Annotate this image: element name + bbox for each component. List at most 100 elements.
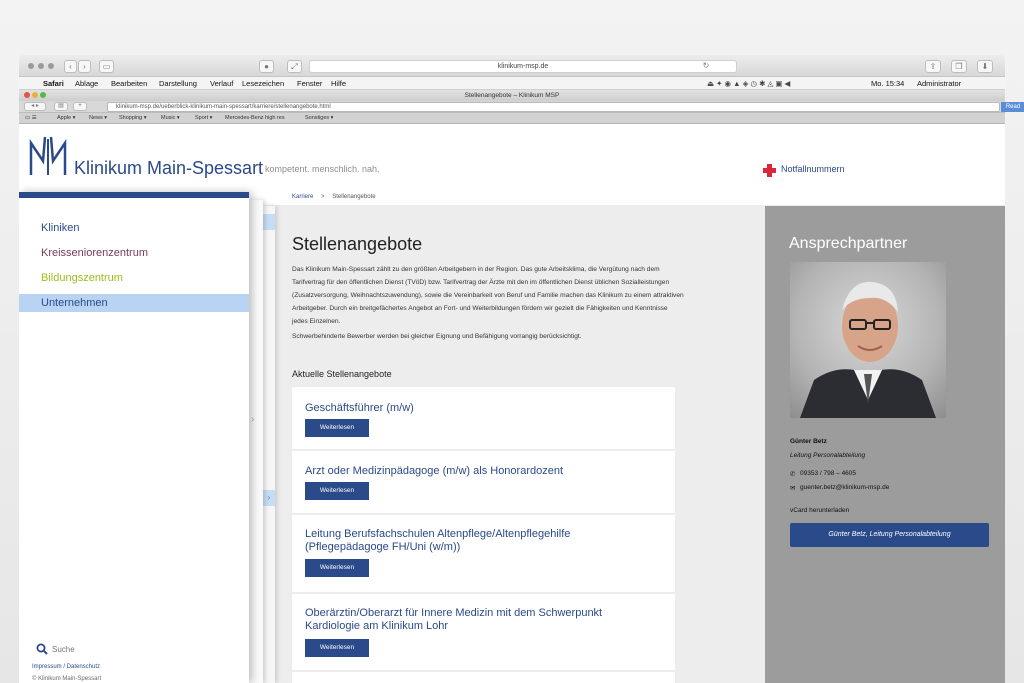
nav-label: Kreisseniorenzentrum: [41, 247, 148, 259]
share-icon[interactable]: ⇪: [925, 60, 941, 73]
bookmarks-icon[interactable]: ▭ ☰: [25, 115, 37, 121]
phone-icon: ✆: [790, 471, 796, 478]
screenshot-stage: ‹ › ▭ ● ⤢ klinikum-msp.de ↻ ⇪ ❐ ⬇ Safari…: [0, 0, 1024, 683]
forward-button[interactable]: ›: [78, 60, 91, 73]
portrait-icon: [800, 281, 936, 418]
mac-menu-bar: Safari Ablage Bearbeiten Darstellung Ver…: [19, 77, 1005, 90]
resize-icon[interactable]: ⤢: [287, 60, 302, 73]
address-field[interactable]: klinikum-msp.de/ueberblick-klinikum-main…: [107, 102, 1000, 112]
nav-buttons[interactable]: ◂ ▸: [24, 102, 46, 111]
menu-hilfe[interactable]: Hilfe: [331, 79, 346, 88]
logo-name[interactable]: Klinikum Main-Spessart: [74, 158, 263, 179]
contact-name: Günter Betz: [790, 438, 827, 445]
bookmark-music[interactable]: Music ▾: [161, 115, 180, 121]
vcard-link[interactable]: vCard herunterladen: [790, 507, 849, 514]
menu-verlauf[interactable]: Verlauf: [210, 79, 233, 88]
nav-label: Bildungszentrum: [41, 272, 123, 284]
logo-tagline: kompetent. menschlich. nah.: [265, 164, 380, 174]
mail-icon: ✉: [790, 485, 796, 492]
close-dot-icon[interactable]: [28, 63, 34, 69]
menu-clock[interactable]: Mo. 15:34: [871, 79, 904, 88]
breadcrumb: Karriere > Stellenangebote: [292, 194, 376, 200]
job-title[interactable]: Leitung Berufsfachschulen Altenpflege/Al…: [305, 528, 645, 554]
weiterlesen-button[interactable]: Weiterlesen: [305, 419, 369, 437]
url-bar[interactable]: klinikum-msp.de: [309, 60, 737, 73]
breadcrumb-current: Stellenangebote: [332, 194, 376, 200]
note-text: Schwerbehinderte Bewerber werden bei gle…: [292, 333, 582, 340]
job-card: Oberärztin/Oberarzt für Innere Medizin m…: [292, 594, 675, 671]
job-title[interactable]: Geschäftsführer (m/w): [305, 402, 414, 415]
contact-phone[interactable]: 09353 / 798 – 4605: [800, 470, 856, 477]
chevron-right-icon[interactable]: ›: [251, 414, 254, 425]
nav-label: Unternehmen: [41, 297, 108, 309]
status-icons[interactable]: ⏏ ✦ ◉ ▲ ◈ ◷ ✱ ◬ ▣ ◀: [707, 79, 790, 88]
emergency-link[interactable]: Notfallnummern: [781, 164, 845, 174]
job-title[interactable]: Arzt oder Medizinpädagoge (m/w) als Hono…: [305, 465, 563, 478]
page-title: Stellenangebote: [292, 234, 423, 254]
bookmark-apple[interactable]: Apple ▾: [57, 115, 75, 121]
menu-lesezeichen[interactable]: Lesezeichen: [242, 79, 284, 88]
job-card: Leitung Berufsfachschulen Altenpflege/Al…: [292, 515, 675, 593]
bookmark-sonstiges[interactable]: Sonstiges ▾: [305, 115, 333, 121]
reload-icon[interactable]: ↻: [701, 60, 711, 73]
window-title: Stellenangebote – Klinikum MSP: [19, 90, 1005, 101]
menu-safari[interactable]: Safari: [43, 79, 64, 88]
nav-item-bildungszentrum[interactable]: Bildungszentrum: [19, 269, 249, 287]
job-card-partial: [292, 672, 675, 683]
nav-layer-back: ›: [263, 206, 275, 683]
menu-fenster[interactable]: Fenster: [297, 79, 322, 88]
add-button[interactable]: +: [73, 102, 87, 111]
zoom-dot-icon[interactable]: [48, 63, 54, 69]
download-icon[interactable]: ⬇: [977, 60, 993, 73]
job-card: Geschäftsführer (m/w) Weiterlesen: [292, 387, 675, 450]
footer-links[interactable]: Impressum / Datenschutz: [32, 664, 100, 670]
minimize-window-icon[interactable]: [32, 92, 38, 98]
nav-item-kreisseniorenzentrum[interactable]: Kreisseniorenzentrum: [19, 244, 249, 262]
contact-sidebar: Ansprechpartner Günter Betz Leitung Pers…: [765, 206, 1005, 683]
emergency-cross-icon[interactable]: [763, 164, 776, 177]
nav-layer-mid: ›: [249, 200, 263, 683]
nav-item-kliniken[interactable]: Kliniken: [19, 219, 249, 237]
bookmark-mercedes[interactable]: Mercedes-Benz high res: [225, 115, 285, 121]
menu-user[interactable]: Administrator: [917, 79, 961, 88]
weiterlesen-button[interactable]: Weiterlesen: [305, 639, 369, 657]
menu-darstellung[interactable]: Darstellung: [159, 79, 197, 88]
current-jobs-heading: Aktuelle Stellenangebote: [292, 369, 392, 379]
reader-button[interactable]: Read: [1001, 102, 1024, 112]
web-page: Klinikum Main-Spessart kompetent. mensch…: [19, 124, 1005, 683]
window-title-text: Stellenangebote – Klinikum MSP: [464, 92, 560, 99]
contact-photo: [790, 262, 946, 418]
search-icon[interactable]: [36, 643, 48, 655]
safari-toolbar: ‹ › ▭ ● ⤢ klinikum-msp.de ↻ ⇪ ❐ ⬇: [19, 55, 1005, 77]
privacy-icon[interactable]: ●: [259, 60, 274, 73]
bookmark-news[interactable]: News ▾: [89, 115, 107, 121]
bookmark-button[interactable]: ▤: [54, 102, 68, 111]
bookmark-sport[interactable]: Sport ▾: [195, 115, 212, 121]
close-window-icon[interactable]: [24, 92, 30, 98]
bookmark-shopping[interactable]: Shopping ▾: [119, 115, 147, 121]
breadcrumb-karriere[interactable]: Karriere: [292, 194, 313, 200]
bookmarks-bar: ▭ ☰ Apple ▾ News ▾ Shopping ▾ Music ▾ Sp…: [19, 113, 1005, 124]
chevron-right-icon[interactable]: ›: [263, 490, 275, 506]
search-input[interactable]: [52, 642, 202, 656]
sidebar-toggle-button[interactable]: ▭: [99, 60, 114, 73]
weiterlesen-button[interactable]: Weiterlesen: [305, 559, 369, 577]
menu-bearbeiten[interactable]: Bearbeiten: [111, 79, 147, 88]
offcanvas-nav: Kliniken Kreisseniorenzentrum Bildungsze…: [19, 192, 249, 683]
job-title[interactable]: Oberärztin/Oberarzt für Innere Medizin m…: [305, 607, 660, 633]
intro-text: Das Klinikum Main-Spessart zählt zu den …: [292, 266, 684, 325]
main-content: Stellenangebote Das Klinikum Main-Spessa…: [275, 206, 765, 683]
klinikum-logo-icon[interactable]: [27, 135, 69, 179]
menu-ablage[interactable]: Ablage: [75, 79, 98, 88]
minimize-dot-icon[interactable]: [38, 63, 44, 69]
nav-item-unternehmen[interactable]: Unternehmen: [19, 294, 249, 312]
layer-highlight: [263, 214, 275, 230]
zoom-window-icon[interactable]: [40, 92, 46, 98]
job-card: Arzt oder Medizinpädagoge (m/w) als Hono…: [292, 451, 675, 514]
contact-button[interactable]: Günter Betz, Leitung Personalabteilung: [790, 523, 989, 547]
tabs-icon[interactable]: ❐: [951, 60, 967, 73]
weiterlesen-button[interactable]: Weiterlesen: [305, 482, 369, 500]
copyright: © Klinikum Main-Spessart: [32, 676, 102, 682]
back-button[interactable]: ‹: [64, 60, 77, 73]
contact-email[interactable]: guenter.betz@klinikum-msp.de: [800, 484, 889, 491]
